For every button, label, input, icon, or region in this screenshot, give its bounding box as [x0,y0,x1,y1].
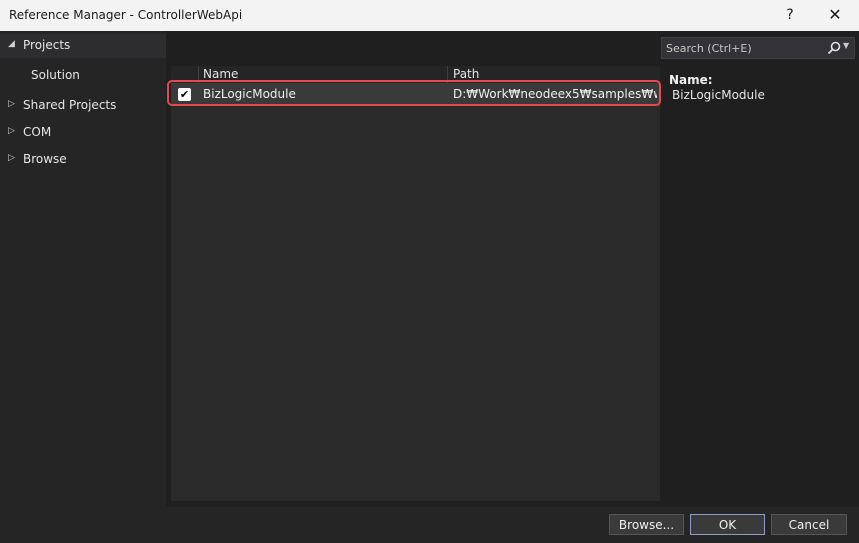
sidebar-item-shared-projects[interactable]: ▷ Shared Projects [0,94,166,118]
expanded-arrow-icon: ◢ [8,39,15,49]
help-button[interactable]: ? [778,4,802,26]
row-name: BizLogicModule [203,87,296,101]
sidebar-item-label: Browse [23,152,67,166]
column-separator[interactable] [198,66,199,83]
sidebar: ◢ Projects Solution ▷ Shared Projects ▷ … [0,31,166,507]
sidebar-item-projects[interactable]: ◢ Projects [0,34,166,58]
reference-list: Name Path ✔ BizLogicModule D:₩Work₩neode… [171,66,660,501]
chevron-down-icon[interactable]: ▼ [843,41,849,50]
column-separator[interactable] [447,66,448,83]
sidebar-item-browse[interactable]: ▷ Browse [0,148,166,172]
search-box[interactable]: ▼ [661,37,855,59]
sidebar-item-label: Shared Projects [23,98,117,112]
browse-button[interactable]: Browse... [609,514,684,535]
list-header: Name Path [171,66,660,84]
search-input[interactable] [666,40,816,56]
reference-checkbox[interactable]: ✔ [178,88,191,101]
search-icon[interactable] [826,40,842,56]
sidebar-item-com[interactable]: ▷ COM [0,121,166,145]
column-header-path[interactable]: Path [453,67,479,81]
sidebar-item-label: COM [23,125,52,139]
column-header-name[interactable]: Name [203,67,238,81]
collapsed-arrow-icon: ▷ [8,153,15,163]
table-row[interactable]: ✔ BizLogicModule D:₩Work₩neodeex5₩sample… [171,84,660,106]
collapsed-arrow-icon: ▷ [8,126,15,136]
cancel-button[interactable]: Cancel [771,514,847,535]
details-name-value: BizLogicModule [672,88,765,102]
title-bar: Reference Manager - ControllerWebApi ? ✕ [0,0,859,31]
row-path: D:₩Work₩neodeex5₩samples₩we... [453,87,657,101]
details-name-label: Name: [669,73,713,87]
sidebar-item-label: Projects [23,38,71,52]
ok-button[interactable]: OK [690,514,765,535]
sidebar-item-solution[interactable]: Solution [0,64,166,88]
collapsed-arrow-icon: ▷ [8,99,15,109]
window-title: Reference Manager - ControllerWebApi [9,8,243,22]
sidebar-item-label: Solution [31,68,80,82]
close-button[interactable]: ✕ [822,4,848,26]
